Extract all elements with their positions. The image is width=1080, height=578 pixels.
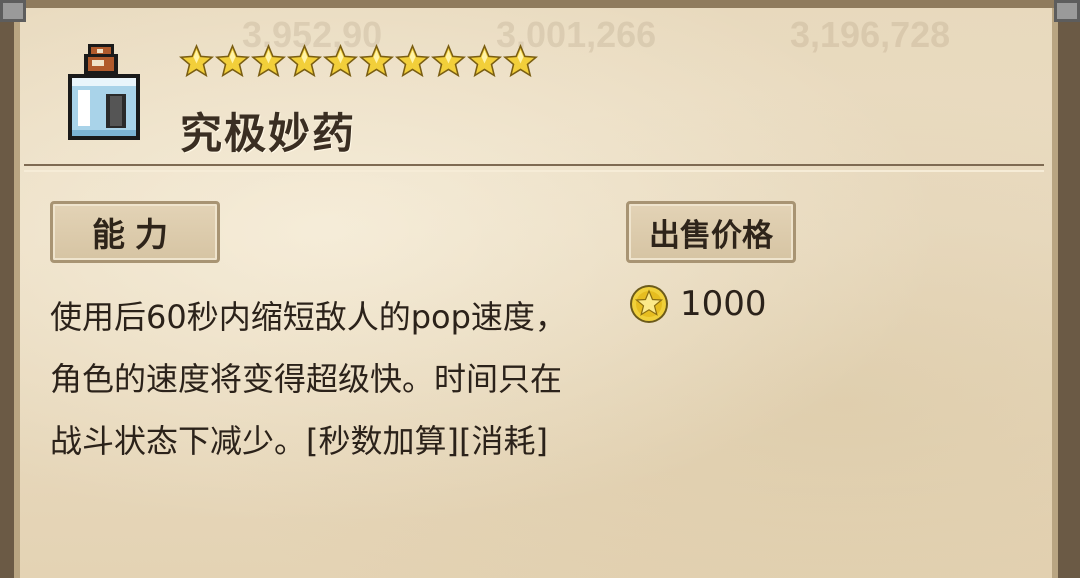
gold-coin-icon [630,285,668,323]
star-icon [395,44,430,78]
star-icon [503,44,538,78]
game-dialog-frame: 3,952,90 3,001,266 3,196,728 究极妙药 能力 出售价… [0,0,1080,578]
star-icon [323,44,358,78]
star-icon [359,44,394,78]
sell-price-value: 1000 [680,284,767,324]
section-divider [24,164,1044,172]
ability-label: 能力 [50,201,220,263]
item-name: 究极妙药 [180,109,357,158]
corner-bracket-right [1054,0,1080,22]
corner-bracket-left [0,0,26,22]
ability-description: 使用后60秒内缩短敌人的pop速度，角色的速度将变得超级快。时间只在战斗状态下减… [50,298,567,460]
potion-bottle-icon [68,44,140,140]
star-icon [287,44,322,78]
star-icon [251,44,286,78]
sell-price-label: 出售价格 [626,201,796,263]
star-icon [431,44,466,78]
panel-top-edge [20,0,1060,8]
star-icon [467,44,502,78]
star-rating [179,44,538,80]
star-icon [179,44,214,78]
star-icon [215,44,250,78]
background-ghost-number: 3,196,728 [790,14,951,55]
